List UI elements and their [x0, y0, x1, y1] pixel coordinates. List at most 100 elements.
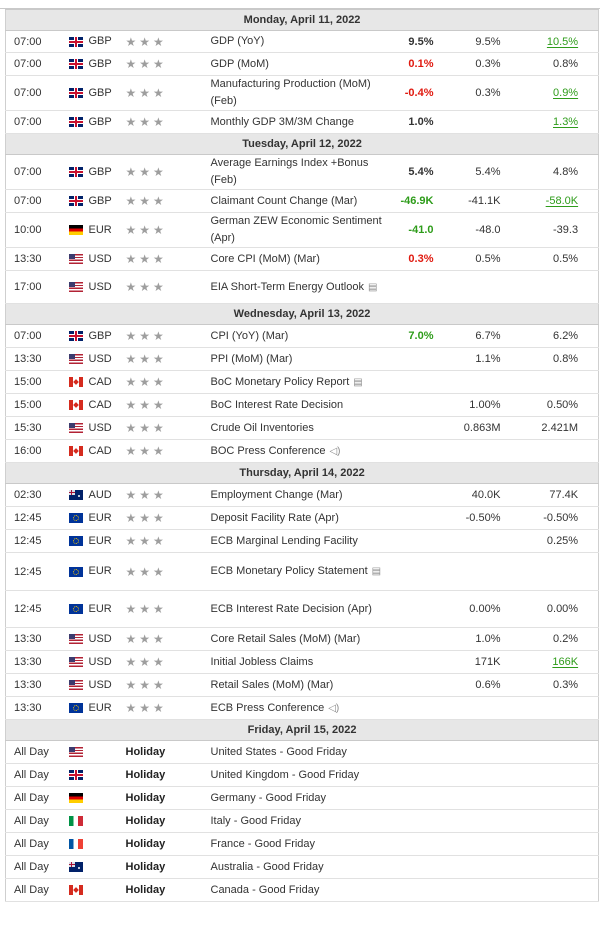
event-importance: ★★★: [125, 673, 211, 697]
event-name[interactable]: German ZEW Economic Sentiment (Apr): [210, 212, 391, 248]
speaker-icon[interactable]: ◁): [328, 700, 339, 717]
event-row[interactable]: 13:30 USD ★★★ Retail Sales (MoM) (Mar) 0.6% 0…: [5, 673, 599, 697]
event-name-text[interactable]: Core CPI (MoM) (Mar): [211, 253, 320, 265]
event-row[interactable]: 13:30 EUR ★★★ ECB Press Conference ◁): [5, 696, 599, 720]
event-name[interactable]: PPI (MoM) (Mar): [210, 347, 391, 371]
event-name-text[interactable]: Initial Jobless Claims: [211, 656, 314, 668]
event-name[interactable]: France - Good Friday: [210, 832, 391, 856]
event-row[interactable]: 02:30 AUD ★★★ Employment Change (Mar) 40.0K 7…: [5, 483, 599, 507]
event-name[interactable]: United States - Good Friday: [210, 740, 391, 764]
event-name[interactable]: Monthly GDP 3M/3M Change: [210, 110, 391, 134]
event-name-text[interactable]: GDP (YoY): [211, 35, 265, 47]
event-name-text[interactable]: United States - Good Friday: [211, 746, 347, 758]
event-name[interactable]: Australia - Good Friday: [210, 855, 391, 879]
event-name[interactable]: Canada - Good Friday: [210, 878, 391, 902]
event-row[interactable]: 13:30 USD ★★★ Initial Jobless Claims 171K 166…: [5, 650, 599, 674]
document-icon[interactable]: ▤: [353, 374, 362, 391]
event-row[interactable]: 12:45 EUR ★★★ ECB Marginal Lending Facility…: [5, 529, 599, 553]
event-name-text[interactable]: ECB Interest Rate Decision (Apr): [211, 603, 372, 615]
event-name-text[interactable]: Italy - Good Friday: [211, 815, 301, 827]
event-name-text[interactable]: Canada - Good Friday: [211, 884, 320, 896]
event-name[interactable]: Germany - Good Friday: [210, 786, 391, 810]
event-name-text[interactable]: Claimant Count Change (Mar): [211, 195, 358, 207]
event-row[interactable]: 07:00 GBP ★★★ CPI (YoY) (Mar) 7.0% 6.7% 6.2%: [5, 324, 599, 348]
event-name[interactable]: United Kingdom - Good Friday: [210, 763, 391, 787]
event-row[interactable]: 07:00 GBP ★★★ GDP (MoM) 0.1% 0.3% 0.8%: [5, 52, 599, 76]
event-row[interactable]: 15:00 CAD ★★★ BoC Monetary Policy Report ▤: [5, 370, 599, 394]
event-name-text[interactable]: GDP (MoM): [211, 58, 269, 70]
event-row[interactable]: 12:45 EUR ★★★ ECB Monetary Policy Statement…: [5, 552, 599, 591]
event-name[interactable]: Crude Oil Inventories: [210, 416, 391, 440]
event-name[interactable]: Average Earnings Index +Bonus (Feb): [210, 154, 391, 190]
event-name[interactable]: CPI (YoY) (Mar): [210, 324, 391, 348]
event-name-text[interactable]: BoC Monetary Policy Report: [211, 376, 350, 388]
event-row[interactable]: 12:45 EUR ★★★ ECB Interest Rate Decision (A…: [5, 590, 599, 628]
event-row[interactable]: 07:00 GBP ★★★ GDP (YoY) 9.5% 9.5% 10.5%: [5, 30, 599, 53]
event-name[interactable]: Core CPI (MoM) (Mar): [210, 247, 391, 271]
event-row[interactable]: 13:30 USD ★★★ Core CPI (MoM) (Mar) 0.3% 0.5% 0…: [5, 247, 599, 271]
event-row[interactable]: All Day Holiday France - Good Friday: [5, 832, 599, 856]
event-name[interactable]: GDP (YoY): [210, 30, 391, 53]
event-name[interactable]: Retail Sales (MoM) (Mar): [210, 673, 391, 697]
event-name[interactable]: Core Retail Sales (MoM) (Mar): [210, 627, 391, 651]
event-row[interactable]: 07:00 GBP ★★★ Claimant Count Change (Mar) -4…: [5, 189, 599, 213]
event-name[interactable]: Initial Jobless Claims: [210, 650, 391, 674]
event-name[interactable]: BoC Monetary Policy Report ▤: [210, 370, 391, 394]
event-row[interactable]: All Day Holiday Italy - Good Friday: [5, 809, 599, 833]
event-name-text[interactable]: ECB Monetary Policy Statement: [211, 565, 368, 577]
event-row[interactable]: 13:30 USD ★★★ PPI (MoM) (Mar) 1.1% 0.8%: [5, 347, 599, 371]
event-row[interactable]: 07:00 GBP ★★★ Manufacturing Production (MoM…: [5, 75, 599, 111]
event-name-text[interactable]: CPI (YoY) (Mar): [211, 330, 289, 342]
event-name[interactable]: Italy - Good Friday: [210, 809, 391, 833]
event-name[interactable]: BoC Interest Rate Decision: [210, 393, 391, 417]
event-row[interactable]: 12:45 EUR ★★★ Deposit Facility Rate (Apr) -0…: [5, 506, 599, 530]
event-row[interactable]: 07:00 GBP ★★★ Average Earnings Index +Bonus…: [5, 154, 599, 190]
event-name-text[interactable]: PPI (MoM) (Mar): [211, 353, 293, 365]
event-name-text[interactable]: United Kingdom - Good Friday: [211, 769, 360, 781]
event-name-text[interactable]: Deposit Facility Rate (Apr): [211, 512, 339, 524]
event-name[interactable]: Manufacturing Production (MoM) (Feb): [210, 75, 391, 111]
event-name-text[interactable]: Australia - Good Friday: [211, 861, 324, 873]
event-name[interactable]: BOC Press Conference ◁): [210, 439, 391, 463]
event-name-text[interactable]: EIA Short-Term Energy Outlook: [211, 281, 364, 293]
event-row[interactable]: All Day Holiday United States - Good Frida…: [5, 740, 599, 764]
event-name[interactable]: Claimant Count Change (Mar): [210, 189, 391, 213]
event-row[interactable]: 15:00 CAD ★★★ BoC Interest Rate Decision 1.0…: [5, 393, 599, 417]
event-name-text[interactable]: German ZEW Economic Sentiment (Apr): [211, 215, 382, 244]
event-row[interactable]: All Day Holiday United Kingdom - Good Frid…: [5, 763, 599, 787]
event-name-text[interactable]: BOC Press Conference: [211, 445, 326, 457]
event-row[interactable]: 10:00 EUR ★★★ German ZEW Economic Sentiment…: [5, 212, 599, 248]
event-row[interactable]: 17:00 USD ★★★ EIA Short-Term Energy Outlook…: [5, 270, 599, 304]
event-name-text[interactable]: Employment Change (Mar): [211, 489, 343, 501]
event-name[interactable]: ECB Interest Rate Decision (Apr): [210, 590, 391, 628]
event-name[interactable]: Deposit Facility Rate (Apr): [210, 506, 391, 530]
event-name-text[interactable]: ECB Press Conference: [211, 702, 325, 714]
event-name-text[interactable]: ECB Marginal Lending Facility: [211, 535, 358, 547]
event-name[interactable]: GDP (MoM): [210, 52, 391, 76]
event-name-text[interactable]: BoC Interest Rate Decision: [211, 399, 344, 411]
event-name-text[interactable]: Monthly GDP 3M/3M Change: [211, 116, 354, 128]
event-name-text[interactable]: Manufacturing Production (MoM) (Feb): [211, 78, 371, 107]
event-name-text[interactable]: Core Retail Sales (MoM) (Mar): [211, 633, 361, 645]
document-icon[interactable]: ▤: [368, 279, 377, 296]
event-name[interactable]: EIA Short-Term Energy Outlook ▤: [210, 270, 391, 304]
event-name[interactable]: ECB Marginal Lending Facility: [210, 529, 391, 553]
event-forecast: 1.1%: [438, 347, 509, 371]
event-row[interactable]: All Day Holiday Germany - Good Friday: [5, 786, 599, 810]
event-row[interactable]: All Day Holiday Australia - Good Friday: [5, 855, 599, 879]
event-row[interactable]: 15:30 USD ★★★ Crude Oil Inventories 0.863M 2.…: [5, 416, 599, 440]
event-row[interactable]: 13:30 USD ★★★ Core Retail Sales (MoM) (Mar)…: [5, 627, 599, 651]
event-name-text[interactable]: Crude Oil Inventories: [211, 422, 314, 434]
event-name-text[interactable]: Germany - Good Friday: [211, 792, 327, 804]
speaker-icon[interactable]: ◁): [329, 443, 340, 460]
event-name-text[interactable]: France - Good Friday: [211, 838, 316, 850]
event-row[interactable]: All Day Holiday Canada - Good Friday: [5, 878, 599, 902]
event-name[interactable]: ECB Monetary Policy Statement ▤: [210, 552, 391, 591]
event-row[interactable]: 16:00 CAD ★★★ BOC Press Conference ◁): [5, 439, 599, 463]
document-icon[interactable]: ▤: [372, 563, 381, 580]
event-name[interactable]: ECB Press Conference ◁): [210, 696, 391, 720]
event-row[interactable]: 07:00 GBP ★★★ Monthly GDP 3M/3M Change 1.0% 1…: [5, 110, 599, 134]
event-name[interactable]: Employment Change (Mar): [210, 483, 391, 507]
event-name-text[interactable]: Retail Sales (MoM) (Mar): [211, 679, 334, 691]
event-name-text[interactable]: Average Earnings Index +Bonus (Feb): [211, 157, 369, 186]
